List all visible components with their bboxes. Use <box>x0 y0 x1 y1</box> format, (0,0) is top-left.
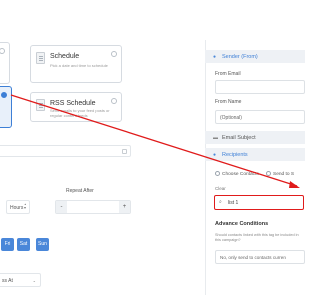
campaign-settings-panel: Schedule Pick a date and time to schedul… <box>0 0 200 300</box>
send-option-card[interactable] <box>0 42 10 84</box>
envelope-icon: ▬ <box>213 135 218 141</box>
radio-circle <box>266 171 271 176</box>
sender-section-label: Sender (From) <box>222 54 258 60</box>
email-subject-section-header[interactable]: ▬ Email Subject <box>205 131 305 144</box>
calendar-icon <box>36 52 45 64</box>
sender-section-header[interactable]: ● Sender (From) <box>205 50 305 63</box>
rss-icon <box>36 99 45 111</box>
advanced-conditions-select[interactable]: No, only send to contacts curren <box>215 250 305 264</box>
from-name-value: (Optional) <box>220 115 242 121</box>
rss-card-title: RSS Schedule <box>50 100 96 107</box>
interval-unit-value: Hours <box>10 205 24 211</box>
send-option-card-selected[interactable] <box>0 86 12 128</box>
rss-schedule-card[interactable]: RSS Schedule Send emails to your feed po… <box>30 92 122 122</box>
from-name-field[interactable]: (Optional) <box>215 110 305 124</box>
day-toggle-sat[interactable]: Sat <box>17 238 30 251</box>
schedule-card-description: Pick a date and time to schedule <box>50 63 108 68</box>
email-subject-section-label: Email Subject <box>222 135 256 141</box>
chevron-down-icon: ▾ <box>23 205 26 210</box>
rss-card-radio[interactable] <box>111 98 117 104</box>
choose-contacts-label: Choose Contacts <box>222 172 259 177</box>
chevron-down-icon: ⌄ <box>32 278 36 283</box>
advanced-conditions-value: No, only send to contacts curren <box>220 255 286 260</box>
decrement-button[interactable]: - <box>56 201 67 213</box>
schedule-card[interactable]: Schedule Pick a date and time to schedul… <box>30 45 122 83</box>
schedule-card-title: Schedule <box>50 53 80 60</box>
users-icon: ● <box>213 152 217 158</box>
starts-at-value: ss At <box>2 278 13 284</box>
repeat-after-stepper[interactable]: - + <box>55 200 131 214</box>
text-input[interactable] <box>0 145 131 157</box>
from-email-label: From Email <box>215 71 241 77</box>
rss-card-description: Send emails to your feed posts or regula… <box>50 108 110 118</box>
user-icon: ● <box>213 54 217 60</box>
send-to-segment-label: Send to S <box>273 172 295 177</box>
from-email-field[interactable] <box>215 80 305 94</box>
recipients-section-label: Recipients <box>222 152 248 158</box>
day-toggle-fri[interactable]: Fri <box>1 238 14 251</box>
card-radio-selected[interactable] <box>1 92 7 98</box>
input-icon <box>122 149 127 154</box>
from-name-label: From Name <box>215 99 242 105</box>
starts-at-select[interactable]: ss At ⌄ <box>0 273 41 287</box>
advanced-conditions-description: Should contacts linked with this tag be … <box>215 233 299 242</box>
clear-link[interactable]: Clear <box>215 186 226 191</box>
recipient-list-select[interactable]: ⌕ list 1 <box>214 195 304 210</box>
search-icon: ⌕ <box>219 199 222 205</box>
choose-contacts-radio[interactable]: Choose Contacts <box>215 171 259 177</box>
radio-circle <box>215 171 220 176</box>
recipients-section-header[interactable]: ● Recipients <box>205 148 305 161</box>
schedule-card-radio[interactable] <box>111 51 117 57</box>
day-toggle-sun[interactable]: Sun <box>36 238 49 251</box>
repeat-after-label: Repeat After <box>66 188 94 194</box>
card-radio[interactable] <box>0 48 5 54</box>
advanced-conditions-title: Advance Conditions <box>215 221 269 227</box>
send-to-segment-radio[interactable]: Send to S <box>266 171 294 177</box>
increment-button[interactable]: + <box>119 201 130 213</box>
recipient-list-value: list 1 <box>228 200 239 206</box>
interval-unit-select[interactable]: Hours ▴ ▾ <box>6 200 30 214</box>
